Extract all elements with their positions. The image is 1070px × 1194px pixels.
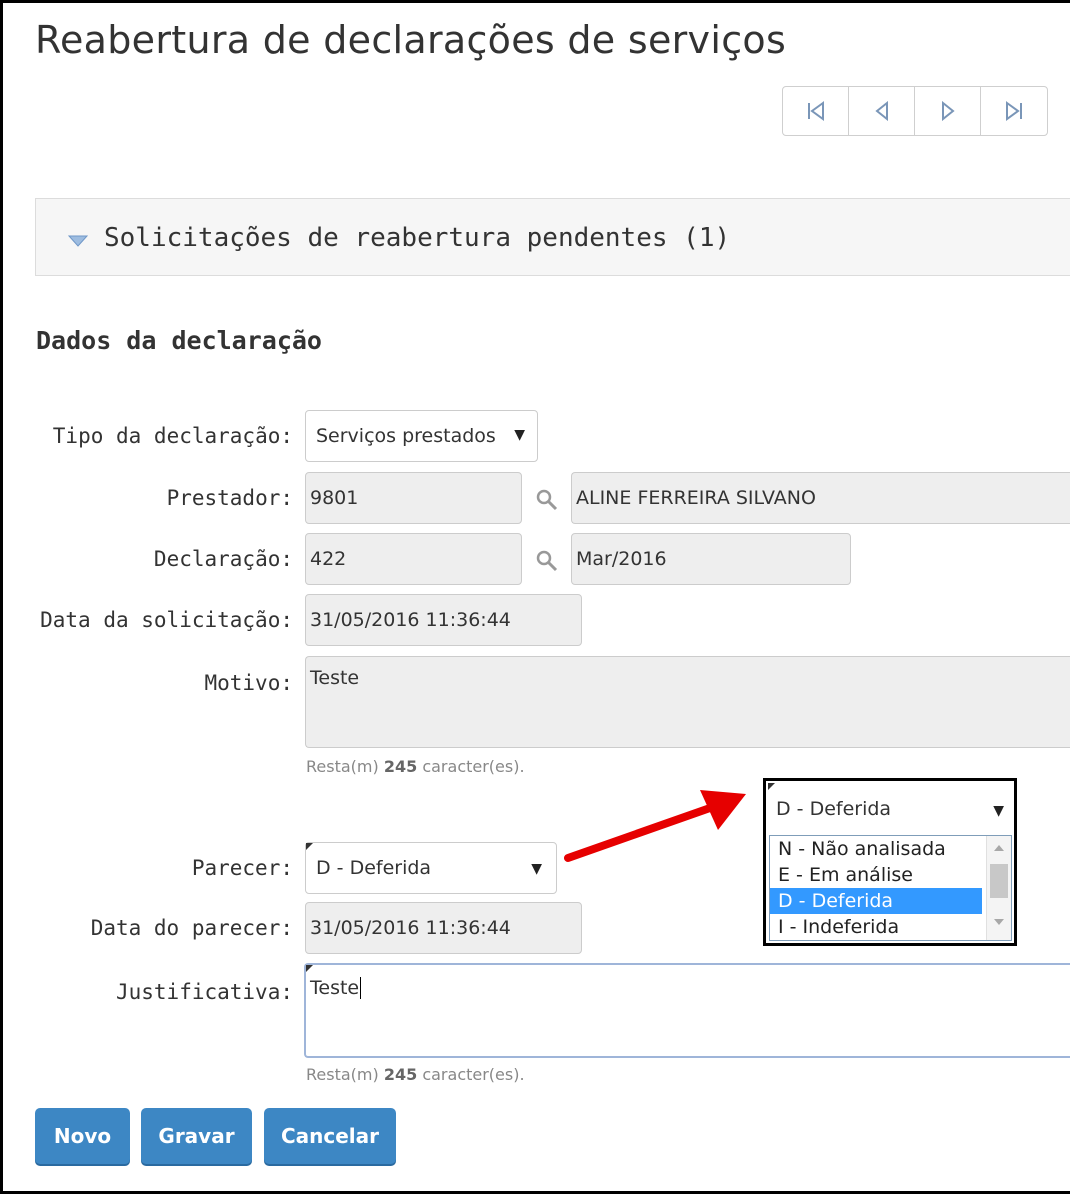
scrollbar-thumb[interactable] (990, 864, 1008, 898)
prestador-name-field: ALINE FERREIRA SILVANO (571, 472, 1070, 524)
scroll-up-icon[interactable] (993, 844, 1005, 852)
declaracao-code-field[interactable]: 422 (305, 533, 522, 585)
last-page-icon (1006, 101, 1022, 121)
data-solicitacao-field: 31/05/2016 11:36:44 (305, 594, 582, 646)
gravar-button[interactable]: Gravar (141, 1108, 252, 1164)
section-title: Dados da declaração (36, 326, 322, 355)
search-icon[interactable] (535, 549, 559, 573)
dropdown-scrollbar[interactable] (986, 836, 1011, 940)
page-title: Reabertura de declarações de serviços (35, 18, 787, 62)
prestador-label: Prestador: (166, 486, 293, 510)
prestador-code-field[interactable]: 9801 (305, 472, 522, 524)
text-cursor (360, 977, 362, 999)
field-corner-marker (306, 843, 313, 850)
next-page-icon (941, 101, 955, 121)
cancelar-button[interactable]: Cancelar (264, 1108, 396, 1164)
tipo-label: Tipo da declaração: (52, 424, 293, 448)
parecer-dropdown-callout: D - Deferida ▼ N - Não analisada E - Em … (763, 778, 1017, 946)
tipo-select-value: Serviços prestados (316, 425, 496, 447)
dropdown-option[interactable]: I - Indeferida (770, 914, 982, 940)
expand-triangle-icon (68, 235, 88, 247)
data-parecer-field: 31/05/2016 11:36:44 (305, 902, 582, 954)
pending-requests-panel[interactable]: Solicitações de reabertura pendentes (1) (35, 198, 1070, 276)
chevron-down-icon: ▼ (531, 861, 542, 877)
dropdown-option[interactable]: N - Não analisada (770, 836, 982, 862)
declaracao-period-field: Mar/2016 (571, 533, 851, 585)
parecer-select-value: D - Deferida (316, 857, 432, 879)
record-pager (782, 86, 1048, 136)
annotation-arrow (564, 790, 746, 862)
previous-page-button[interactable] (849, 87, 915, 135)
first-page-button[interactable] (783, 87, 849, 135)
data-parecer-label: Data do parecer: (90, 916, 293, 940)
motivo-label: Motivo: (204, 671, 293, 695)
dropdown-selected[interactable]: D - Deferida ▼ (770, 787, 1010, 831)
chevron-down-icon: ▼ (514, 427, 525, 443)
data-solicitacao-label: Data da solicitação: (40, 608, 293, 632)
parecer-label: Parecer: (191, 856, 293, 880)
search-icon[interactable] (535, 488, 559, 512)
pending-requests-label: Solicitações de reabertura pendentes (1) (104, 223, 731, 253)
motivo-textarea: Teste (305, 656, 1070, 748)
next-page-button[interactable] (915, 87, 981, 135)
field-corner-marker (306, 965, 313, 972)
dropdown-selected-value: D - Deferida (776, 798, 892, 820)
previous-page-icon (874, 101, 888, 121)
scroll-down-icon[interactable] (993, 918, 1005, 926)
first-page-icon (807, 101, 824, 121)
last-page-button[interactable] (981, 87, 1047, 135)
tipo-select[interactable]: Serviços prestados ▼ (305, 410, 538, 462)
dropdown-options-list[interactable]: N - Não analisada E - Em análise D - Def… (769, 835, 1012, 941)
justificativa-text: Teste (310, 977, 360, 999)
chevron-down-icon: ▼ (993, 803, 1004, 819)
justificativa-textarea[interactable]: Teste (304, 963, 1070, 1058)
novo-button[interactable]: Novo (35, 1108, 130, 1164)
parecer-select[interactable]: D - Deferida ▼ (305, 842, 557, 894)
justificativa-label: Justificativa: (115, 980, 293, 1004)
dropdown-option-selected[interactable]: D - Deferida (770, 888, 982, 914)
motivo-remaining-hint: Resta(m) 245 caracter(es). (306, 757, 525, 776)
dropdown-option[interactable]: E - Em análise (770, 862, 982, 888)
justificativa-remaining-hint: Resta(m) 245 caracter(es). (306, 1065, 525, 1084)
declaracao-label: Declaração: (153, 547, 293, 571)
